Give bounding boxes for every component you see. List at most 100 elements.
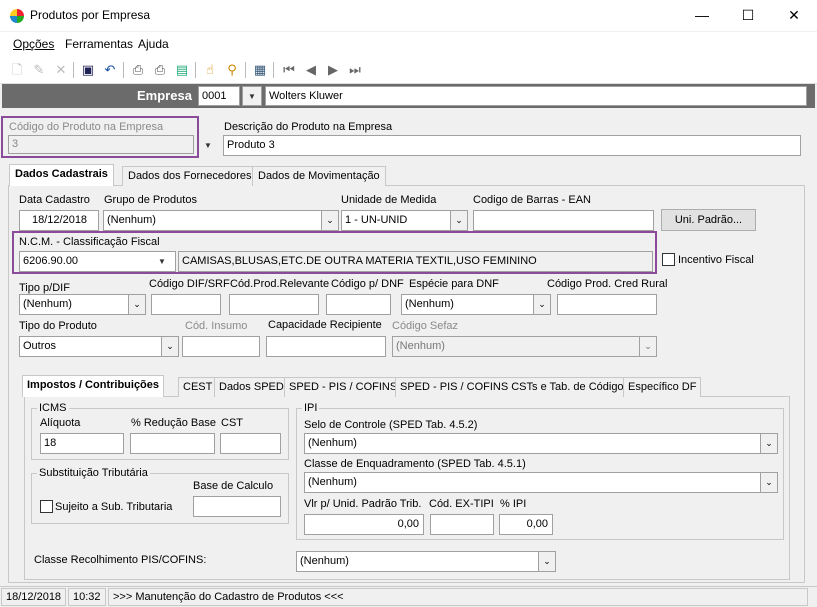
st-title: Substituição Tributária [37, 467, 150, 479]
empresa-dropdown-button[interactable]: ▼ [242, 86, 262, 106]
cod-dnf-label: Código p/ DNF [331, 278, 404, 290]
pct-ipi-field[interactable]: 0,00 [499, 514, 553, 535]
cred-rural-label: Código Prod. Cred Rural [547, 278, 668, 290]
empresa-label: Empresa [137, 88, 192, 103]
pis-cofins-select[interactable]: (Nenhum) ⌄ [296, 551, 556, 572]
cst-field[interactable] [220, 433, 281, 454]
descricao-label: Descrição do Produto na Empresa [224, 121, 393, 133]
delete-icon[interactable]: ✕ [52, 61, 70, 79]
tab-dados-cadastrais[interactable]: Dados Cadastrais [9, 164, 114, 186]
base-calculo-field[interactable] [193, 496, 281, 517]
first-record-icon[interactable]: ⏮ [280, 61, 298, 79]
sujeito-sub-checkbox[interactable] [40, 500, 53, 513]
ncm-description-field: CAMISAS,BLUSAS,ETC.DE OUTRA MATERIA TEXT… [178, 251, 653, 272]
unidade-value: 1 - UN-UNID [345, 214, 408, 226]
subtab-dados-sped[interactable]: Dados SPED [214, 377, 289, 397]
hand-icon[interactable]: ☝ [201, 61, 219, 79]
cred-rural-field[interactable] [557, 294, 657, 315]
codigo-dropdown-button[interactable]: ▼ [204, 140, 212, 150]
tipo-pdif-select[interactable]: (Nenhum) ⌄ [19, 294, 146, 315]
cod-dif-label: Código DIF/SRF [149, 278, 230, 290]
data-cadastro-field[interactable]: 18/12/2018 [19, 210, 99, 231]
toolbar-separator [245, 62, 246, 78]
menu-ferramentas[interactable]: Ferramentas [65, 37, 133, 51]
ex-tipi-field[interactable] [430, 514, 494, 535]
aliquota-field[interactable]: 18 [40, 433, 124, 454]
tipo-produto-label: Tipo do Produto [19, 320, 97, 332]
uni-padrao-button[interactable]: Uni. Padrão... [661, 209, 756, 231]
codigo-field[interactable]: 3 [8, 135, 194, 154]
incentivo-fiscal-checkbox[interactable] [662, 253, 675, 266]
chevron-down-icon: ▼ [248, 92, 256, 101]
empresa-code-field[interactable]: 0001 [198, 86, 240, 106]
subtab-especifico-df[interactable]: Específico DF [623, 377, 702, 397]
ncm-dropdown-button[interactable]: ▼ [158, 255, 166, 267]
chevron-down-icon: ⌄ [128, 295, 145, 314]
classe-select[interactable]: (Nenhum) ⌄ [304, 472, 778, 493]
chevron-down-icon: ⌄ [161, 337, 178, 356]
subtab-sped-csts[interactable]: SPED - PIS / COFINS CSTs e Tab. de Códig… [395, 377, 635, 397]
selo-select[interactable]: (Nenhum) ⌄ [304, 433, 778, 454]
tab-dados-fornecedores[interactable]: Dados dos Fornecedores [122, 166, 258, 186]
ex-tipi-label: Cód. EX-TIPI [429, 498, 494, 510]
chevron-down-icon: ▼ [158, 257, 166, 266]
cod-dnf-field[interactable] [326, 294, 391, 315]
descricao-field[interactable]: Produto 3 [223, 135, 801, 156]
settings-icon[interactable]: ▦ [251, 61, 269, 79]
print-icon[interactable]: ⎙ [129, 61, 147, 79]
tipo-pdif-label: Tipo p/DIF [19, 282, 70, 294]
sefaz-select[interactable]: (Nenhum) ⌄ [392, 336, 657, 357]
ncm-field[interactable]: 6206.90.00 [19, 251, 176, 272]
subtab-impostos[interactable]: Impostos / Contribuições [22, 375, 165, 397]
tipo-pdif-value: (Nenhum) [23, 298, 72, 310]
tipo-produto-select[interactable]: Outros ⌄ [19, 336, 179, 357]
cod-dif-field[interactable] [151, 294, 221, 315]
incentivo-fiscal-label: Incentivo Fiscal [678, 254, 754, 266]
capacidade-label: Capacidade Recipiente [268, 319, 382, 331]
status-time: 10:32 [68, 588, 106, 606]
pct-ipi-label: % IPI [500, 498, 527, 510]
save-icon[interactable]: ▣ [79, 61, 97, 79]
capacidade-field[interactable] [266, 336, 386, 357]
pis-cofins-label: Classe Recolhimento PIS/COFINS: [34, 554, 207, 566]
toolbar-separator [273, 62, 274, 78]
vlr-field[interactable]: 0,00 [304, 514, 424, 535]
ean-field[interactable] [473, 210, 654, 231]
edit-icon[interactable]: ✎ [30, 61, 48, 79]
new-icon[interactable]: 🗋 [8, 61, 26, 79]
last-record-icon[interactable]: ⏭ [346, 61, 364, 79]
close-button[interactable]: ✕ [771, 0, 817, 32]
undo-icon[interactable]: ↶ [101, 61, 119, 79]
export-icon[interactable]: ▤ [173, 61, 191, 79]
especie-dnf-label: Espécie para DNF [409, 278, 499, 290]
cod-prod-relevante-field[interactable] [229, 294, 319, 315]
chevron-down-icon: ⌄ [639, 337, 656, 356]
search-icon[interactable]: ⚲ [223, 61, 241, 79]
app-icon [10, 9, 24, 23]
especie-dnf-select[interactable]: (Nenhum) ⌄ [401, 294, 551, 315]
unidade-select[interactable]: 1 - UN-UNID ⌄ [341, 210, 468, 231]
grupo-select[interactable]: (Nenhum) ⌄ [103, 210, 339, 231]
next-record-icon[interactable]: ▶ [324, 61, 342, 79]
reducao-field[interactable] [130, 433, 215, 454]
subtab-sped-pis-cofins[interactable]: SPED - PIS / COFINS [284, 377, 403, 397]
cod-insumo-field[interactable] [182, 336, 260, 357]
toolbar-separator [195, 62, 196, 78]
selo-label: Selo de Controle (SPED Tab. 4.5.2) [304, 419, 478, 431]
print-preview-icon[interactable]: ⎙ [151, 61, 169, 79]
unidade-label: Unidade de Medida [341, 194, 437, 206]
window-title: Produtos por Empresa [30, 8, 151, 22]
menu-ajuda[interactable]: Ajuda [138, 37, 169, 51]
subtab-cest[interactable]: CEST [178, 377, 218, 397]
prev-record-icon[interactable]: ◀ [302, 61, 320, 79]
minimize-button[interactable]: — [679, 0, 725, 32]
sujeito-sub-label: Sujeito a Sub. Tributaria [55, 501, 173, 513]
especie-dnf-value: (Nenhum) [405, 298, 454, 310]
cod-prod-relevante-label: Cód.Prod.Relevante [230, 278, 330, 290]
maximize-button[interactable]: ☐ [725, 0, 771, 32]
tab-dados-movimentacao[interactable]: Dados de Movimentação [252, 166, 386, 186]
tipo-produto-value: Outros [23, 340, 57, 352]
classe-label: Classe de Enquadramento (SPED Tab. 4.5.1… [304, 458, 526, 470]
menu-opcoes[interactable]: Opções [13, 37, 54, 51]
pis-cofins-value: (Nenhum) [300, 555, 349, 567]
